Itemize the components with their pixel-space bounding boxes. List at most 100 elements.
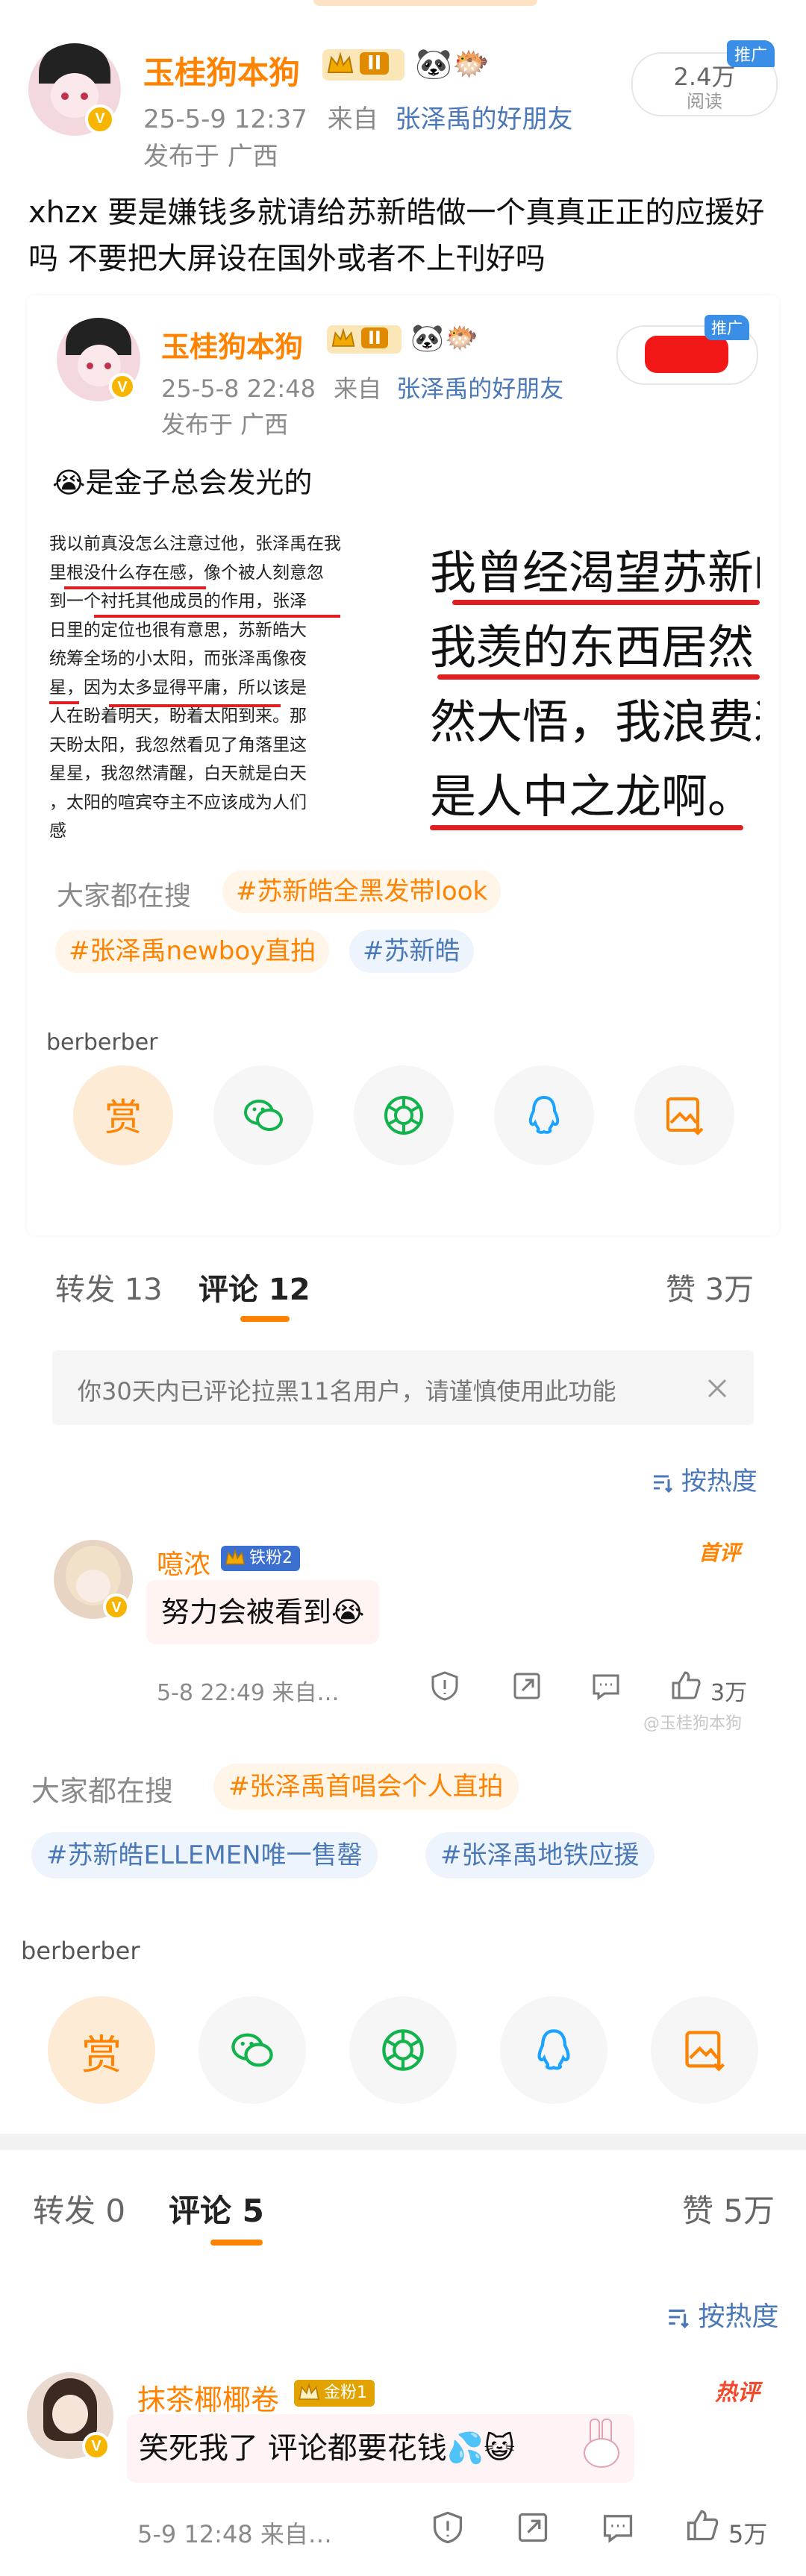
qq-icon <box>528 1095 560 1134</box>
bunny-sticker <box>575 2419 627 2478</box>
source-prefix: 来自 <box>327 104 378 134</box>
tab-repost[interactable]: 转发 0 <box>33 2186 125 2231</box>
qq-share-button[interactable] <box>494 1065 594 1165</box>
reward-user: berberber <box>21 1937 140 1965</box>
tab-bar: 转发 13 评论 12 赞 3万 <box>0 1238 806 1335</box>
topic-tag[interactable]: #苏新皓 <box>349 930 474 973</box>
repost-author-name[interactable]: 玉桂狗本狗 <box>161 324 303 365</box>
post-location: 发布于 广西 <box>143 142 278 172</box>
notice-text: 你30天内已评论拉黑11名用户，请谨慎使用此功能 <box>78 1377 616 1405</box>
reward-user: berberber <box>46 1030 158 1056</box>
repost-source[interactable]: 张泽禹的好朋友 <box>396 375 563 403</box>
repost-card: 玉桂狗本狗 II 🐼 🐡 25-5-8 22:48 来自 张泽禹的好朋友 发布于… <box>27 295 779 1235</box>
tab-like[interactable]: 赞 3万 <box>666 1265 754 1309</box>
commenter-name[interactable]: 抹茶椰椰卷 <box>137 2377 279 2418</box>
verified-badge <box>85 104 115 134</box>
member-crown-badge: II <box>322 49 404 81</box>
qq-icon <box>537 2029 570 2070</box>
crown-icon <box>225 1548 245 1565</box>
underline-mark <box>430 825 743 830</box>
image-line: 感 <box>49 821 66 841</box>
reward-button[interactable]: 赏 <box>73 1065 173 1165</box>
image-big-line: 然大悟，我浪费这 <box>430 695 760 749</box>
image-line: 星星，我忽然清醒，白天就是白天 <box>49 764 307 783</box>
commenter-verified-badge <box>82 2432 110 2460</box>
wechat-icon <box>231 2033 273 2067</box>
topic-tag[interactable]: #苏新皓ELLEMEN唯一售罄 <box>31 1832 378 1878</box>
ad-tag: 推广 <box>727 40 775 67</box>
weibo-watermark: @玉桂狗本狗 <box>643 1714 743 1733</box>
comment-icon[interactable] <box>600 2510 636 2545</box>
like-icon[interactable] <box>669 1668 703 1702</box>
save-image-icon <box>685 2031 725 2072</box>
first-comment-tag: 首评 <box>699 1541 741 1565</box>
repost-time: 25-5-8 22:48 <box>161 375 316 403</box>
image-line: 到一个衬托其他成员的作用，张泽 <box>49 592 307 611</box>
topic-tag[interactable]: #张泽禹newboy直拍 <box>55 930 330 973</box>
everyone-searching-label: 大家都在搜 <box>57 881 192 912</box>
underline-mark <box>94 615 340 618</box>
tab-comment[interactable]: 评论 5 <box>169 2186 264 2231</box>
topic-tag[interactable]: #张泽禹首唱会个人直拍 <box>213 1764 519 1810</box>
underline-mark <box>109 704 281 707</box>
commenter-verified-badge <box>103 1593 130 1620</box>
reward-label: 赏 <box>81 2031 122 2078</box>
comment-likes: 3万 <box>710 1680 748 1706</box>
qq-share-button[interactable] <box>500 1996 607 2104</box>
fish-icon: 🐡 <box>452 47 490 81</box>
underline-mark <box>437 674 760 680</box>
comment-likes: 5万 <box>728 2520 768 2548</box>
wechat-icon <box>244 1100 283 1131</box>
reward-button[interactable]: 赏 <box>48 1996 155 2104</box>
original-post: 玉桂狗本狗 II 🐼 🐡 25-5-9 12:37 来自 张泽禹的好朋友 发布于… <box>0 0 806 291</box>
comment-text: 努力会被看到😭 <box>161 1596 365 1629</box>
comment-text: 笑死我了 评论都要花钱💦😺 <box>139 2431 516 2466</box>
post-text: xhzx 要是嫌钱多就请给苏新皓做一个真真正正的应援好吗 不要把大屏设在国外或者… <box>28 195 765 276</box>
share-icon[interactable] <box>515 2510 551 2545</box>
wechat-share-button[interactable] <box>199 1996 306 2104</box>
tab-like[interactable]: 赞 5万 <box>682 2186 775 2231</box>
comment-icon[interactable] <box>590 1670 622 1702</box>
moments-share-button[interactable] <box>354 1065 454 1165</box>
report-icon[interactable] <box>428 1670 461 1702</box>
redaction-mark <box>645 336 728 373</box>
post-source[interactable]: 张泽禹的好朋友 <box>395 104 572 134</box>
underline-mark <box>452 600 760 605</box>
repost-location: 发布于 广西 <box>161 410 289 439</box>
fan-badge-label: 铁粉2 <box>249 1549 293 1567</box>
active-tab-underline <box>240 1316 290 1322</box>
image-big-line: 我曾经渴望苏新皓 <box>430 545 760 600</box>
save-image-button[interactable] <box>651 1996 758 2104</box>
image-line: 星，因为太多显得平庸，所以该是 <box>49 677 307 698</box>
comment-item: 抹茶椰椰卷 金粉1 热评 笑死我了 评论都要花钱💦😺 5-9 12:48 来自…… <box>0 2357 806 2576</box>
crown-icon <box>331 328 355 347</box>
sort-label: 按热度 <box>681 1467 757 1497</box>
read-label: 阅读 <box>687 91 722 112</box>
image-big-line: 是人中之龙啊。 <box>430 769 755 824</box>
commenter-name[interactable]: 噫浓 <box>157 1543 210 1582</box>
repost-image[interactable]: 我以前真没怎么注意过他，张泽禹在我 里根没什么存在感，像个被人刻意忽 到一个衬托… <box>49 519 760 855</box>
repost-crown-badge: II <box>327 325 402 354</box>
tab-repost[interactable]: 转发 13 <box>55 1265 163 1309</box>
tab-comment[interactable]: 评论 12 <box>199 1265 310 1309</box>
comment-time: 5-8 22:49 来自… <box>157 1680 340 1706</box>
crown-icon <box>299 2382 319 2400</box>
topic-tag[interactable]: #苏新皓全黑发带look <box>222 870 502 913</box>
share-icon[interactable] <box>510 1670 543 1702</box>
everyone-searching-label: 大家都在搜 <box>31 1775 174 1808</box>
sort-by-heat[interactable]: 按热度 <box>651 1461 757 1497</box>
moments-share-button[interactable] <box>349 1996 457 2104</box>
topic-tag[interactable]: #张泽禹地铁应援 <box>425 1832 655 1878</box>
top-cut-strip <box>313 0 537 6</box>
panda-icon: 🐼 <box>410 323 444 354</box>
wechat-share-button[interactable] <box>213 1065 313 1165</box>
close-icon[interactable] <box>706 1377 728 1400</box>
author-name[interactable]: 玉桂狗本狗 <box>143 48 300 93</box>
like-icon[interactable] <box>684 2507 721 2544</box>
sort-by-heat[interactable]: 按热度 <box>666 2295 778 2334</box>
image-right-panel: 我曾经渴望苏新皓 我羡的东西居然 然大悟，我浪费这 是人中之龙啊。 <box>430 536 760 834</box>
fish-icon: 🐡 <box>445 323 478 354</box>
report-icon[interactable] <box>430 2510 466 2545</box>
save-image-button[interactable] <box>634 1065 734 1165</box>
save-image-icon <box>666 1097 704 1135</box>
